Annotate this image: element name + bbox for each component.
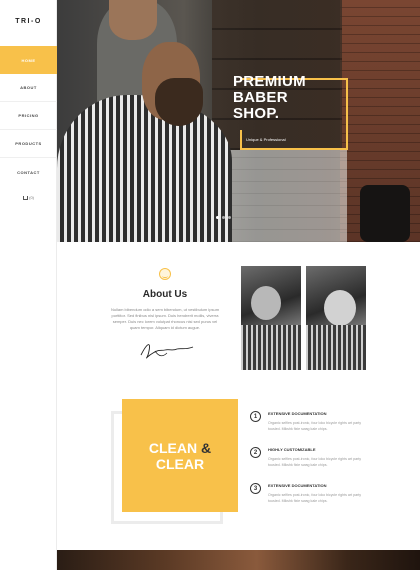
slider-dot-2[interactable] <box>222 216 225 219</box>
barber-chair <box>360 185 410 242</box>
slider-dots <box>216 216 231 219</box>
photo-1-cape <box>241 325 301 370</box>
clean-ampersand: & <box>201 440 212 456</box>
nav-item-contact[interactable]: Contact <box>0 158 57 186</box>
cart-button[interactable]: (0) <box>0 195 57 200</box>
feature-text: Organic selfies post-ironic, four loko b… <box>268 493 362 503</box>
feature-number: 2 <box>250 447 261 458</box>
striped-cape <box>57 95 232 242</box>
slider-dot-1[interactable] <box>216 216 219 219</box>
signature-image <box>140 344 194 359</box>
photo-1-face <box>251 286 281 320</box>
logo[interactable]: TRI-O <box>0 18 57 25</box>
client-beard <box>155 78 203 126</box>
cart-count: (0) <box>29 195 34 200</box>
nav-item-pricing[interactable]: Pricing <box>0 102 57 130</box>
barber-icon <box>159 268 171 280</box>
about-photo-2 <box>306 266 366 370</box>
clean-word-1: CLEAN <box>148 440 198 456</box>
feature-title: HIGHLY CUSTOMIZABLE <box>268 447 316 452</box>
feature-number: 1 <box>250 411 261 422</box>
clean-word-2: CLEAR <box>155 456 205 472</box>
slider-dot-3[interactable] <box>228 216 231 219</box>
clean-heading: CLEAN & CLEAR <box>122 440 238 472</box>
feature-number: 3 <box>250 483 261 494</box>
nav-item-products[interactable]: Products <box>0 130 57 158</box>
hero-title-frame-left <box>240 130 242 150</box>
hero-title-line-1: PREMIUM <box>233 73 306 90</box>
sidebar: TRI-O Home About Pricing Products Contac… <box>0 0 57 570</box>
nav-item-about[interactable]: About <box>0 74 57 102</box>
nav-item-home[interactable]: Home <box>0 46 57 74</box>
feature-text: Organic selfies post-ironic, four loko b… <box>268 457 362 467</box>
barber-head <box>109 0 157 40</box>
hero-title-line-2: BABER <box>233 89 288 106</box>
hero-subtitle: Unique & Professional <box>246 137 286 142</box>
about-text: Nullam bibendum odio a sem bibendum, ut … <box>110 307 220 330</box>
bottom-section-image <box>57 550 420 570</box>
hero-title: PREMIUM BABER SHOP. <box>233 74 306 122</box>
hero-title-line-3: SHOP. <box>233 105 280 122</box>
photo-2-face <box>324 290 356 326</box>
feature-title: EXTENSIVE DOCUMENTATION <box>268 483 327 488</box>
photo-2-cape <box>306 325 366 370</box>
cart-icon <box>22 195 28 200</box>
feature-text: Organic selfies post-ironic, four loko b… <box>268 421 362 431</box>
about-title: About Us <box>142 289 188 300</box>
feature-title: EXTENSIVE DOCUMENTATION <box>268 411 327 416</box>
about-photo-1 <box>241 266 301 370</box>
